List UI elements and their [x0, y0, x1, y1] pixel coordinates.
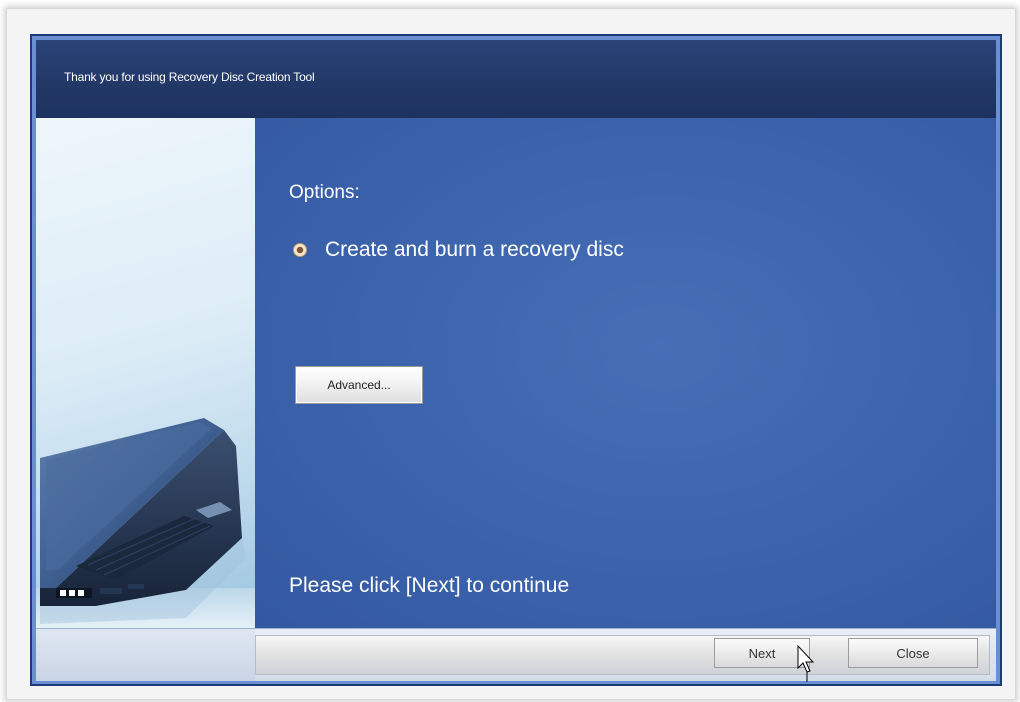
window-body: Thank you for using Recovery Disc Creati… [36, 40, 996, 681]
continue-instruction: Please click [Next] to continue [289, 574, 570, 597]
mouse-pointer-icon [797, 644, 815, 682]
window-title: Thank you for using Recovery Disc Creati… [64, 70, 315, 84]
close-button[interactable]: Close [848, 638, 978, 668]
radio-option-create-burn[interactable]: Create and burn a recovery disc [293, 238, 624, 262]
recovery-tool-window: Thank you for using Recovery Disc Creati… [30, 34, 1002, 686]
side-image-panel [36, 118, 255, 628]
main-content: Options: Create and burn a recovery disc… [255, 118, 996, 628]
radio-button-selected-icon[interactable] [293, 243, 307, 257]
window-header: Thank you for using Recovery Disc Creati… [36, 40, 996, 118]
radio-option-label: Create and burn a recovery disc [325, 238, 624, 261]
options-title: Options: [289, 182, 360, 203]
footer-left-panel [36, 629, 255, 681]
screen: Thank you for using Recovery Disc Creati… [0, 0, 1020, 702]
advanced-button[interactable]: Advanced... [295, 366, 423, 404]
laptop-illustration [36, 418, 255, 628]
